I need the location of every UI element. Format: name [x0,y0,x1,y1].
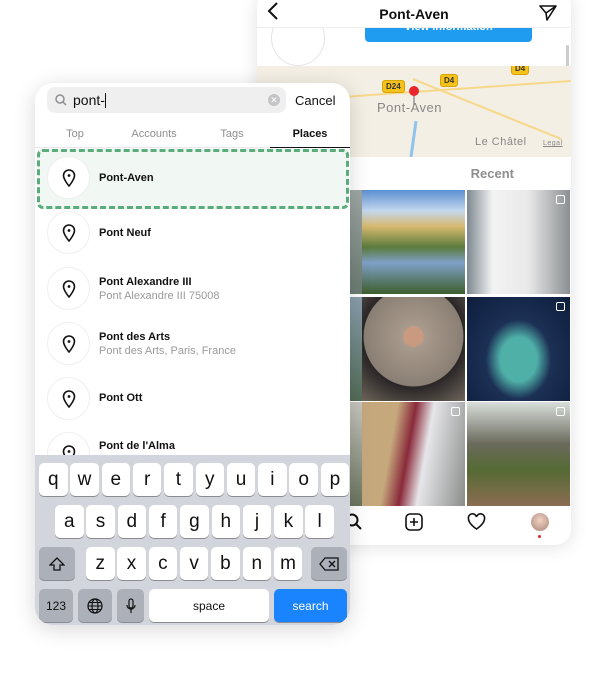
key-v[interactable]: v [179,547,209,580]
result-title: Pont des Arts [99,331,171,343]
multiple-posts-icon [556,302,565,311]
key-b[interactable]: b [211,547,240,580]
post-thumbnail[interactable] [467,402,570,506]
backspace-key[interactable] [311,547,347,580]
result-title: Pont Neuf [99,227,151,239]
tab-top[interactable]: Top [66,128,84,140]
list-item[interactable]: Pont Neuf [35,209,350,259]
notification-dot [538,535,541,538]
key-p[interactable]: p [320,463,350,496]
keyboard: 123 space search qwertyuiop asdfghjkl zxcv… [35,455,350,625]
multiple-posts-icon [556,407,565,416]
key-d[interactable]: d [117,505,147,538]
post-thumbnail[interactable] [362,402,465,506]
key-u[interactable]: u [226,463,256,496]
post-thumbnail[interactable] [350,297,362,401]
microphone-icon[interactable] [117,589,144,622]
map-label: Le Châtel [475,136,527,148]
key-k[interactable]: k [274,505,303,538]
map-pin-icon [409,86,419,96]
key-a[interactable]: a [55,505,84,538]
tab-tags[interactable]: Tags [220,128,243,140]
post-thumbnail[interactable] [362,297,465,401]
post-thumbnail[interactable] [467,297,570,401]
key-y[interactable]: y [195,463,224,496]
post-thumbnail[interactable] [350,190,362,294]
back-icon[interactable] [267,2,279,26]
key-n[interactable]: n [242,547,271,580]
location-pin-icon [47,156,90,199]
key-z[interactable]: z [86,547,115,580]
multiple-posts-icon [556,195,565,204]
space-key[interactable]: space [149,589,269,622]
tab-accounts[interactable]: Accounts [131,128,176,140]
place-title: Pont-Aven [379,5,449,22]
key-s[interactable]: s [86,505,115,538]
key-i[interactable]: i [258,463,287,496]
post-thumbnail[interactable] [467,190,570,294]
location-pin-icon [47,211,90,254]
key-m[interactable]: m [273,547,303,580]
post-thumbnail[interactable] [362,190,465,294]
shift-key[interactable] [39,547,75,580]
road-badge: D4 [440,74,459,87]
key-e[interactable]: e [101,463,131,496]
result-title: Pont de l'Alma [99,440,175,452]
cancel-button[interactable]: Cancel [295,93,335,108]
key-g[interactable]: g [180,505,209,538]
multiple-posts-icon [451,407,460,416]
globe-icon[interactable] [78,589,112,622]
result-subtitle: Pont Alexandre III 75008 [99,290,220,302]
search-key[interactable]: search [274,589,347,622]
profile-avatar[interactable] [531,513,549,531]
list-item[interactable]: Pont-Aven [35,154,350,204]
list-item[interactable]: Pont des Arts Pont des Arts, Paris, Fran… [35,320,350,370]
active-tab-indicator [270,147,350,148]
tab-places[interactable]: Places [293,128,328,140]
key-f[interactable]: f [148,505,178,538]
key-j[interactable]: j [242,505,272,538]
result-title: Pont Alexandre III [99,276,192,288]
result-subtitle: Pont des Arts, Paris, France [99,345,236,357]
key-h[interactable]: h [211,505,240,538]
key-x[interactable]: x [117,547,146,580]
list-item[interactable]: Pont Alexandre III Pont Alexandre III 75… [35,265,350,315]
search-icon [55,94,67,106]
key-t[interactable]: t [164,463,193,496]
post-thumbnail[interactable] [350,402,362,506]
map-legal-link[interactable]: Legal [543,140,563,147]
search-input[interactable]: pont- ✕ [47,87,286,113]
location-pin-icon [47,322,90,365]
road-badge: D4 [511,66,530,75]
key-w[interactable]: w [70,463,99,496]
list-item[interactable]: Pont Ott [35,375,350,425]
clear-search-icon[interactable]: ✕ [268,94,280,106]
location-pin-icon [47,377,90,420]
result-title: Pont Ott [99,392,143,404]
road-badge: D24 [382,80,405,93]
search-screen: pont- ✕ Cancel Top Accounts Tags Places … [35,83,350,625]
numbers-key[interactable]: 123 [39,589,73,622]
send-icon[interactable] [539,4,557,27]
key-q[interactable]: q [39,463,68,496]
search-query: pont- [73,92,105,108]
plus-square-icon[interactable] [405,513,423,536]
map-label: Pont-Aven [377,100,442,115]
key-c[interactable]: c [148,547,178,580]
location-pin-icon [47,267,90,310]
result-title: Pont-Aven [99,172,154,184]
heart-icon[interactable] [467,513,486,536]
search-tabs: Top Accounts Tags Places [35,123,350,148]
key-o[interactable]: o [289,463,318,496]
key-l[interactable]: l [305,505,334,538]
place-header: Pont-Aven [257,0,571,28]
recent-label: Recent [470,166,514,181]
key-r[interactable]: r [132,463,162,496]
